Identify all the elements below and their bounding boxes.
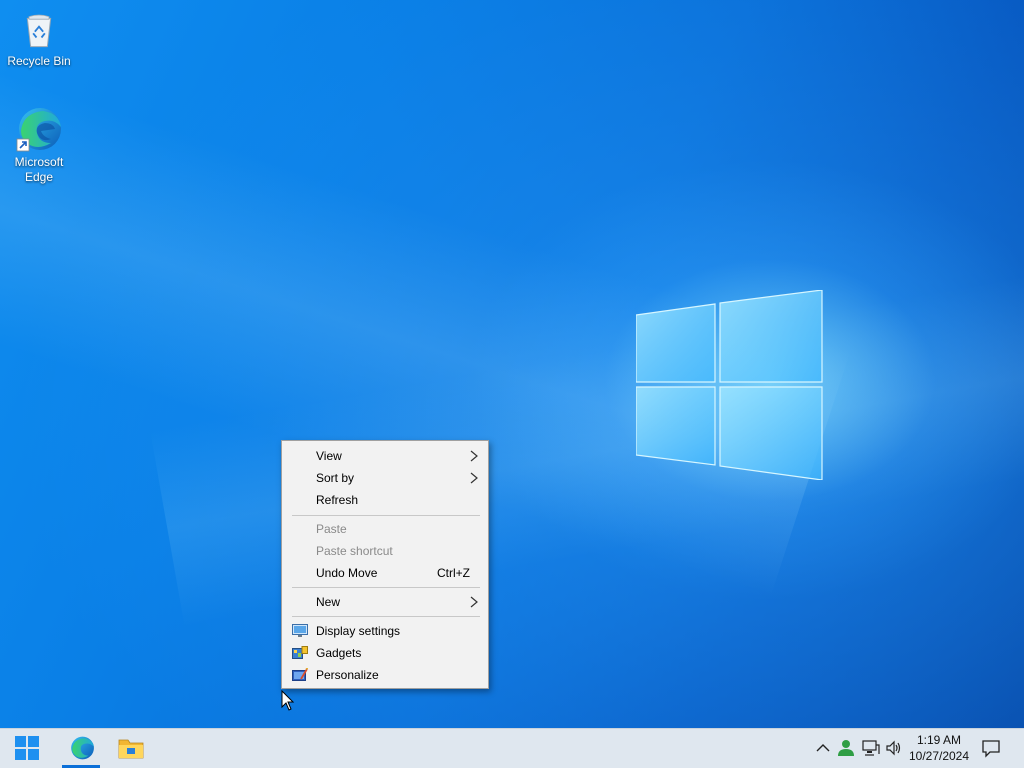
clock-time: 1:19 AM xyxy=(916,733,962,747)
desktop-icon-label: Microsoft Edge xyxy=(14,155,64,184)
display-settings-icon xyxy=(292,624,308,637)
taskbar: 1:19 AM 10/27/2024 xyxy=(0,728,1024,768)
mouse-cursor-icon xyxy=(281,690,295,711)
menu-separator xyxy=(292,515,480,516)
menu-item-label: Gadgets xyxy=(316,646,362,660)
menu-item-label: Undo Move xyxy=(316,566,378,580)
system-clock[interactable]: 1:19 AM 10/27/2024 xyxy=(900,732,978,764)
edge-icon xyxy=(71,736,94,760)
desktop-icon-microsoft-edge[interactable]: Microsoft Edge xyxy=(1,105,77,185)
clock-date: 10/27/2024 xyxy=(908,749,970,763)
user-network-icon[interactable] xyxy=(837,739,855,757)
menu-item-label: Personalize xyxy=(316,668,379,682)
menu-item-label: Paste xyxy=(316,522,347,536)
desktop-icon-label: Recycle Bin xyxy=(7,54,71,68)
menu-item-label: Sort by xyxy=(316,471,355,485)
chevron-up-icon[interactable] xyxy=(814,739,832,757)
notification-center-icon[interactable] xyxy=(980,737,1002,759)
recycle-bin-icon xyxy=(26,14,52,48)
menu-separator xyxy=(292,587,480,588)
chevron-right-icon xyxy=(470,472,478,484)
chevron-right-icon xyxy=(470,450,478,462)
file-explorer-icon xyxy=(118,739,144,759)
menu-item-label: New xyxy=(316,595,341,609)
network-icon[interactable] xyxy=(862,739,880,757)
menu-item-shortcut: Ctrl+Z xyxy=(437,566,470,580)
menu-item-label: Display settings xyxy=(316,624,401,638)
menu-item-paste[interactable]: Paste xyxy=(282,518,488,540)
menu-item-paste-shortcut[interactable]: Paste shortcut xyxy=(282,540,488,562)
menu-item-new[interactable]: New xyxy=(282,591,488,613)
menu-item-label: Paste shortcut xyxy=(316,544,393,558)
menu-item-personalize[interactable]: Personalize xyxy=(282,664,488,686)
menu-item-gadgets[interactable]: Gadgets xyxy=(282,642,488,664)
wallpaper-windows-logo xyxy=(636,290,823,480)
menu-item-view[interactable]: View xyxy=(282,445,488,467)
menu-item-refresh[interactable]: Refresh xyxy=(282,489,488,511)
start-button[interactable] xyxy=(6,729,46,768)
menu-item-undo-move[interactable]: Undo Move Ctrl+Z xyxy=(282,562,488,584)
chevron-right-icon xyxy=(470,596,478,608)
menu-item-label: View xyxy=(316,449,342,463)
desktop-icon-recycle-bin[interactable]: Recycle Bin xyxy=(1,8,77,69)
menu-item-label: Refresh xyxy=(316,493,359,507)
edge-icon xyxy=(16,108,61,152)
gadgets-icon xyxy=(292,646,308,659)
taskbar-edge-button[interactable] xyxy=(61,729,101,768)
taskbar-file-explorer-button[interactable] xyxy=(110,729,150,768)
menu-item-display-settings[interactable]: Display settings xyxy=(282,620,488,642)
windows-start-icon xyxy=(15,736,39,760)
desktop-context-menu: View Sort by Refresh Paste Paste shortcu… xyxy=(281,440,489,689)
personalize-icon xyxy=(292,668,308,681)
menu-item-sort-by[interactable]: Sort by xyxy=(282,467,488,489)
desktop[interactable]: Recycle Bin Microsoft Edge View Sort by … xyxy=(0,0,1024,728)
menu-separator xyxy=(292,616,480,617)
